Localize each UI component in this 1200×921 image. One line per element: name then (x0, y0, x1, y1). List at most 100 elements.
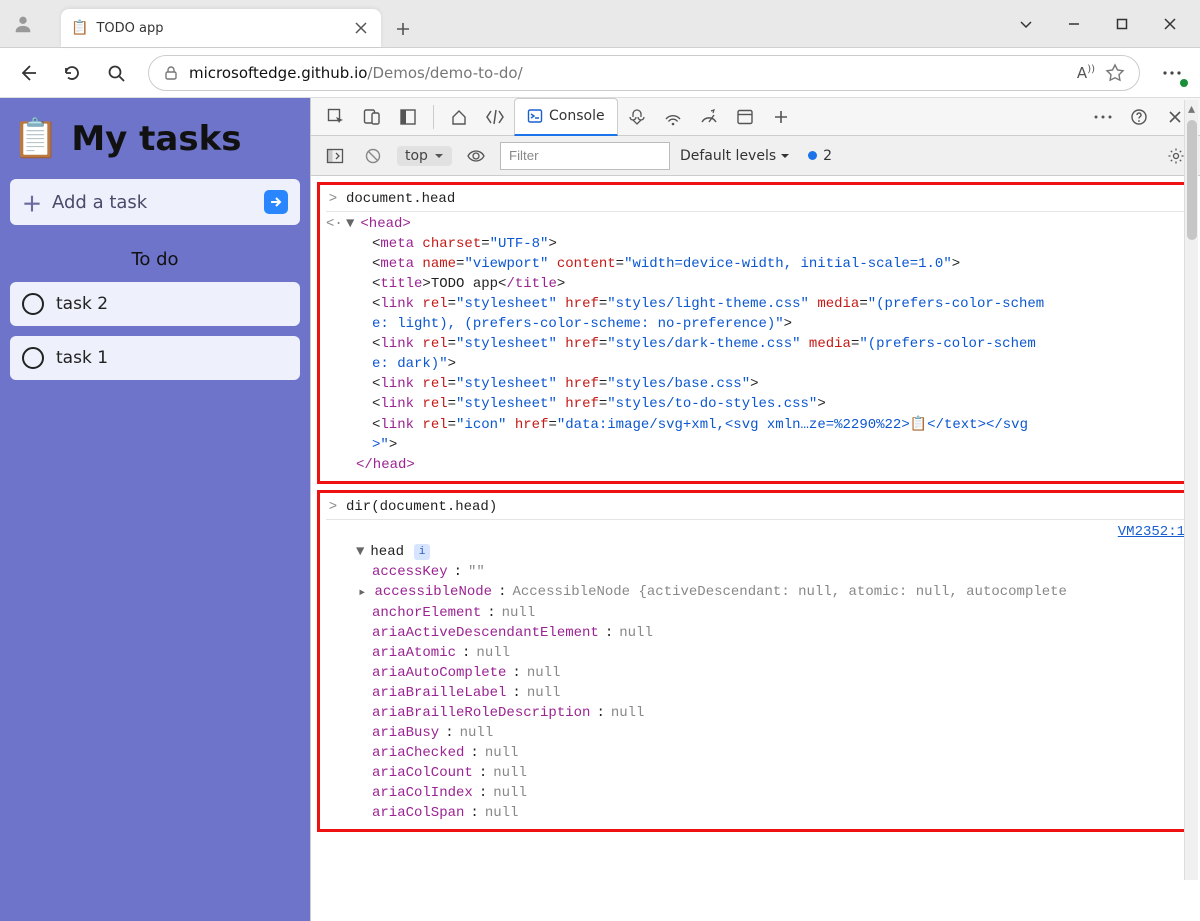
highlight-box-1: > document.head <· ▼ <head> <meta charse… (317, 182, 1194, 484)
minimize-button[interactable] (1050, 6, 1098, 42)
object-property[interactable]: ariaBrailleRoleDescription: null (326, 703, 1185, 723)
object-property[interactable]: ariaColCount: null (326, 763, 1185, 783)
object-property[interactable]: ariaColSpan: null (326, 803, 1185, 823)
devtools-tab-bar: Console (311, 98, 1200, 136)
vm-source-link[interactable]: VM2352:1 (1118, 524, 1185, 540)
window-titlebar: 📋 TODO app (0, 0, 1200, 48)
console-tab-label: Console (549, 108, 605, 124)
close-window-button[interactable] (1146, 6, 1194, 42)
plus-icon: ＋ (22, 188, 42, 217)
object-property[interactable]: ariaBrailleLabel: null (326, 683, 1185, 703)
prompt-out-icon: <· (326, 216, 340, 232)
task-item[interactable]: task 2 (10, 282, 300, 326)
issues-badge[interactable]: 2 (808, 148, 832, 164)
console-tab[interactable]: Console (514, 98, 618, 136)
expand-caret-icon[interactable]: ▼ (356, 544, 364, 560)
dom-node-line[interactable]: e: light), (prefers-color-scheme: no-pre… (326, 314, 1185, 334)
issues-dot-icon (808, 151, 817, 160)
task-checkbox[interactable] (22, 347, 44, 369)
performance-tab-icon[interactable] (692, 102, 726, 132)
url-text: microsoftedge.github.io/Demos/demo-to-do… (189, 64, 1067, 82)
dom-node-line[interactable]: <link rel="stylesheet" href="styles/ligh… (326, 294, 1185, 314)
dom-node-line[interactable]: <link rel="stylesheet" href="styles/to-d… (326, 394, 1185, 414)
caret-down-icon[interactable] (1002, 6, 1050, 42)
tab-favicon: 📋 (71, 20, 88, 36)
live-expression-icon[interactable] (462, 142, 490, 170)
nav-bar: microsoftedge.github.io/Demos/demo-to-do… (0, 48, 1200, 98)
context-selector[interactable]: top (397, 146, 452, 166)
add-task-placeholder: Add a task (52, 192, 147, 213)
devtools-help-icon[interactable] (1122, 102, 1156, 132)
back-button[interactable] (8, 53, 48, 93)
tab-close-button[interactable] (351, 18, 371, 38)
site-info-icon[interactable] (163, 65, 179, 81)
read-aloud-icon[interactable]: A)) (1077, 64, 1095, 82)
dom-node-line[interactable]: <title>TODO app</title> (326, 274, 1185, 294)
network-tab-icon[interactable] (656, 102, 690, 132)
dom-node-line[interactable]: <link rel="stylesheet" href="styles/dark… (326, 334, 1185, 354)
object-property[interactable]: ariaAtomic: null (326, 643, 1185, 663)
maximize-button[interactable] (1098, 6, 1146, 42)
prompt-in-icon: > (326, 499, 340, 515)
sources-tab-icon[interactable] (620, 102, 654, 132)
clear-console-icon[interactable] (359, 142, 387, 170)
tab-title: TODO app (96, 21, 343, 36)
object-property[interactable]: ariaAutoComplete: null (326, 663, 1185, 683)
filter-input[interactable] (500, 142, 670, 170)
scrollbar[interactable]: ▴ (1184, 100, 1198, 880)
object-property[interactable]: ▸accessibleNode: AccessibleNode {activeD… (326, 582, 1185, 603)
devtools-panel: Console top Default levels (310, 98, 1200, 921)
browser-tab[interactable]: 📋 TODO app (61, 9, 381, 47)
dock-side-icon[interactable] (391, 102, 425, 132)
log-levels-selector[interactable]: Default levels (680, 148, 790, 164)
devtools-more-icon[interactable] (1086, 102, 1120, 132)
new-tab-button[interactable] (385, 11, 421, 47)
expand-caret-icon[interactable]: ▼ (346, 216, 354, 232)
console-toolbar: top Default levels 2 (311, 136, 1200, 176)
expand-caret-icon[interactable]: ▸ (358, 584, 366, 601)
menu-button[interactable] (1152, 53, 1192, 93)
page-viewport: 📋 My tasks ＋ Add a task To do task 2 task… (0, 98, 310, 921)
task-label: task 1 (56, 348, 108, 368)
search-button[interactable] (96, 53, 136, 93)
console-output[interactable]: > document.head <· ▼ <head> <meta charse… (311, 176, 1200, 921)
highlight-box-2: > dir(document.head) VM2352:1 ▼ head i a… (317, 490, 1194, 832)
dom-node-line[interactable]: <link rel="stylesheet" href="styles/base… (326, 374, 1185, 394)
console-input-line: document.head (346, 191, 455, 207)
head-open-tag[interactable]: <head> (360, 216, 410, 232)
page-header: 📋 My tasks (10, 110, 300, 179)
inspect-element-icon[interactable] (319, 102, 353, 132)
favorite-icon[interactable] (1105, 63, 1125, 83)
add-task-input[interactable]: ＋ Add a task (10, 179, 300, 225)
dom-node-line[interactable]: >"> (326, 435, 1185, 455)
profile-button[interactable] (0, 1, 46, 47)
dom-node-line[interactable]: <meta charset="UTF-8"> (326, 234, 1185, 254)
object-property[interactable]: ariaColIndex: null (326, 783, 1185, 803)
welcome-tab-icon[interactable] (442, 102, 476, 132)
head-close-tag: </head> (356, 457, 415, 473)
add-tab-icon[interactable] (764, 102, 798, 132)
dom-node-line[interactable]: <link rel="icon" href="data:image/svg+xm… (326, 414, 1185, 435)
object-property[interactable]: accessKey: "" (326, 562, 1185, 582)
section-label: To do (10, 249, 300, 270)
application-tab-icon[interactable] (728, 102, 762, 132)
task-item[interactable]: task 1 (10, 336, 300, 380)
scroll-up-icon[interactable]: ▴ (1185, 100, 1198, 118)
device-emulation-icon[interactable] (355, 102, 389, 132)
task-checkbox[interactable] (22, 293, 44, 315)
info-badge-icon[interactable]: i (414, 544, 430, 560)
dom-node-line[interactable]: <meta name="viewport" content="width=dev… (326, 254, 1185, 274)
object-property[interactable]: ariaActiveDescendantElement: null (326, 623, 1185, 643)
object-property[interactable]: anchorElement: null (326, 603, 1185, 623)
elements-tab-icon[interactable] (478, 102, 512, 132)
toggle-sidebar-icon[interactable] (321, 142, 349, 170)
dom-node-line[interactable]: e: dark)"> (326, 354, 1185, 374)
object-property[interactable]: ariaChecked: null (326, 743, 1185, 763)
submit-task-button[interactable] (264, 190, 288, 214)
object-label[interactable]: head (370, 544, 404, 560)
scroll-thumb[interactable] (1187, 120, 1197, 240)
object-property[interactable]: ariaBusy: null (326, 723, 1185, 743)
refresh-button[interactable] (52, 53, 92, 93)
prompt-in-icon: > (326, 191, 340, 207)
address-bar[interactable]: microsoftedge.github.io/Demos/demo-to-do… (148, 55, 1140, 91)
